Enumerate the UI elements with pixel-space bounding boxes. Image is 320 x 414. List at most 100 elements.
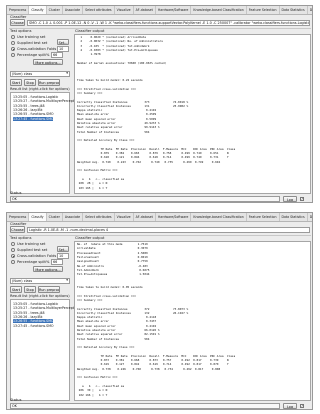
test-options-title: Test options xyxy=(10,236,32,240)
tab-bar: Preprocess Classify Cluster Associate Select… xyxy=(7,6,312,15)
classifier-output[interactable]: No. of rebels at this mode 1.7519 Arrival… xyxy=(74,241,311,401)
tab-2[interactable]: Cluster xyxy=(47,6,63,14)
supplied-test-label: Supplied test set xyxy=(17,40,48,45)
percentage-field[interactable]: 66 xyxy=(51,52,63,58)
test-options-title: Test options xyxy=(10,29,32,33)
target-class-dropdown[interactable]: (Num) class xyxy=(10,71,70,77)
result-list[interactable]: 13:25:05 - functions.Logistic 13:25:27 - … xyxy=(10,92,79,194)
folds-label: Folds xyxy=(47,46,57,51)
classifier-command-field[interactable]: Logistic -R 1.0E-8 -M -1 -num-decimal-pl… xyxy=(27,226,310,233)
more-options-button[interactable]: More options... xyxy=(33,59,63,65)
set-button[interactable]: Set... xyxy=(57,39,69,45)
output-line: === Confusion Matrix === xyxy=(77,168,118,173)
cross-validation-label: Cross-validation xyxy=(17,46,46,51)
output-line: Number of kernel evaluations: 70600 (100… xyxy=(77,60,167,65)
use-training-radio[interactable] xyxy=(11,242,15,246)
cross-validation-radio[interactable] xyxy=(11,254,15,258)
tab-bar: Preprocess Classify Cluster Associate Select… xyxy=(7,213,312,222)
supplied-test-label: Supplied test set xyxy=(17,247,48,252)
run-preprocess-button[interactable]: Run preprocess xyxy=(38,79,60,86)
run-preprocess-button[interactable]: Run preprocess xyxy=(38,286,60,293)
output-line: === Detailed Accuracy By Class === xyxy=(77,345,135,350)
tab-1[interactable]: Classify xyxy=(29,6,47,14)
tab-6[interactable]: AF-dataset xyxy=(134,6,156,14)
status-title: Status xyxy=(10,191,22,195)
tab-8[interactable]: Knowledge-based Classification xyxy=(191,213,247,221)
weka-window-top: Preprocess Classify Cluster Associate Select… xyxy=(6,5,313,203)
tab-4[interactable]: Select attributes xyxy=(83,213,115,221)
tab-3[interactable]: Associate xyxy=(63,6,84,14)
tab-7[interactable]: Hardware/Software xyxy=(156,6,192,14)
use-training-radio[interactable] xyxy=(11,35,15,39)
percentage-split-label: Percentage split xyxy=(17,52,46,57)
output-line: === Summary === xyxy=(77,90,103,95)
percent-sign: % xyxy=(46,52,50,57)
weka-window-bottom: Preprocess Classify Cluster Associate Select… xyxy=(6,212,313,410)
output-line: Total Number of Instances 504 xyxy=(77,129,150,134)
cross-validation-label: Cross-validation xyxy=(17,253,46,258)
supplied-test-radio[interactable] xyxy=(11,41,15,45)
result-list-title: Result list (right-click for options) xyxy=(10,294,70,298)
tab-8[interactable]: Knowledge-based Classification xyxy=(191,6,247,14)
log-button[interactable]: Log xyxy=(283,196,297,202)
use-training-label: Use training set xyxy=(17,34,46,39)
tab-11[interactable]: DM Filters xyxy=(308,213,312,221)
classifier-output[interactable]: 1 0.0029 * (normalized) ArrivalRate 2 -0… xyxy=(74,34,311,194)
set-button[interactable]: Set... xyxy=(57,246,69,252)
output-line: === Summary === xyxy=(77,297,103,302)
tab-2[interactable]: Cluster xyxy=(47,213,63,221)
supplied-test-radio[interactable] xyxy=(11,248,15,252)
tab-10[interactable]: Data Statistics xyxy=(280,6,308,14)
percentage-field[interactable]: 66 xyxy=(51,259,63,265)
tab-4[interactable]: Select attributes xyxy=(83,6,115,14)
use-training-label: Use training set xyxy=(17,241,46,246)
result-list-item[interactable]: 13:27:45 - functions.SMO xyxy=(13,324,53,328)
classifier-command-field[interactable]: SMO -C 1.0 -L 0.001 -P 1.0E-12 -N 0 -V -… xyxy=(27,19,310,26)
output-line: 103 165 | b = Y xyxy=(77,185,108,190)
output-line: 102 166 | b = Y xyxy=(77,392,108,397)
result-list-item[interactable]: 13:27:45 - functions.SMO xyxy=(13,116,54,121)
percentage-split-radio[interactable] xyxy=(11,260,15,264)
output-line: Time taken to build model: 0.05 seconds xyxy=(77,285,143,289)
tab-9[interactable]: Feature Selection xyxy=(247,213,280,221)
tab-5[interactable]: Visualize xyxy=(115,213,134,221)
output-line: Time taken to build model: 0.22 seconds xyxy=(77,78,143,82)
cross-validation-radio[interactable] xyxy=(11,47,15,51)
result-list-title: Result list (right-click for options) xyxy=(10,87,70,91)
tab-1[interactable]: Classify xyxy=(29,213,47,221)
tab-0[interactable]: Preprocess xyxy=(7,6,30,14)
status-title: Status xyxy=(10,398,22,402)
output-line: Total Number of Instances 504 xyxy=(77,336,150,341)
tab-3[interactable]: Associate xyxy=(63,213,84,221)
more-options-button[interactable]: More options... xyxy=(33,266,63,272)
classifier-output-title: Classifier output xyxy=(75,29,105,33)
output-line: === Detailed Accuracy By Class === xyxy=(77,138,135,143)
tab-5[interactable]: Visualize xyxy=(115,6,134,14)
tab-6[interactable]: AF-dataset xyxy=(134,213,156,221)
tab-0[interactable]: Preprocess xyxy=(7,213,30,221)
target-class-dropdown[interactable]: (Num) class xyxy=(10,278,70,284)
stop-button[interactable]: Stop xyxy=(24,79,36,86)
log-status-icon xyxy=(300,404,304,408)
output-line: Tot.Pro+Antiqueues 1.5044 xyxy=(77,272,150,277)
percentage-split-radio[interactable] xyxy=(11,53,15,57)
percent-sign: % xyxy=(46,259,50,264)
folds-label: Folds xyxy=(47,253,57,258)
start-button[interactable]: Start xyxy=(10,79,22,86)
result-list[interactable]: 13:25:05 - functions.Logistic 13:25:27 - … xyxy=(10,299,79,401)
stop-button[interactable]: Stop xyxy=(24,286,36,293)
tab-7[interactable]: Hardware/Software xyxy=(156,213,192,221)
status-text: OK xyxy=(10,403,280,409)
percentage-split-label: Percentage split xyxy=(17,259,46,264)
output-line: === Confusion Matrix === xyxy=(77,375,118,380)
log-status-icon xyxy=(300,197,304,201)
status-text: OK xyxy=(10,196,280,202)
choose-button[interactable]: Choose xyxy=(10,19,25,26)
start-button[interactable]: Start xyxy=(10,286,22,293)
tab-10[interactable]: Data Statistics xyxy=(280,213,308,221)
tab-11[interactable]: DM Filters xyxy=(308,6,312,14)
log-button[interactable]: Log xyxy=(283,403,297,409)
tab-9[interactable]: Feature Selection xyxy=(247,6,280,14)
output-line: 1.3978 xyxy=(77,52,101,57)
choose-button[interactable]: Choose xyxy=(10,226,25,233)
